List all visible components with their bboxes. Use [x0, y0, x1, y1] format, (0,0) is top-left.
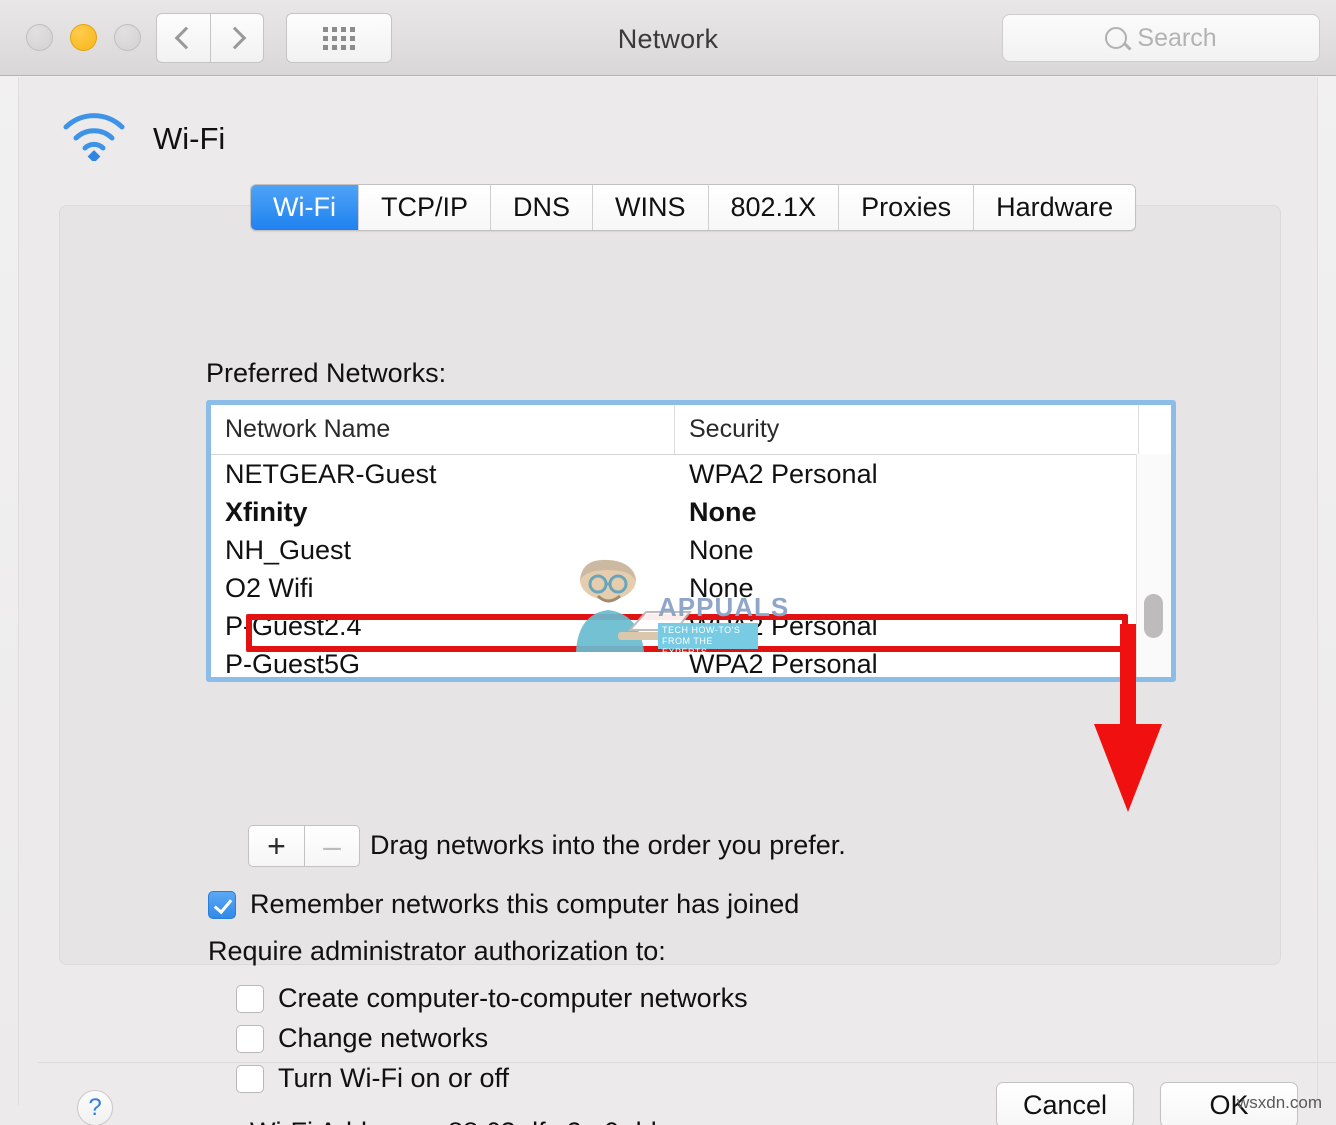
tab-tcpip[interactable]: TCP/IP	[358, 185, 491, 230]
create-computer-networks-label: Create computer-to-computer networks	[278, 983, 748, 1013]
preferred-networks-label: Preferred Networks:	[206, 358, 447, 388]
wifi-address: Wi-Fi Address: 88:63:df:c2:a0:dd	[250, 1117, 657, 1125]
site-watermark: wsxdn.com	[1236, 1093, 1322, 1112]
tab-wins[interactable]: WINS	[593, 185, 709, 230]
tab-proxies[interactable]: Proxies	[839, 185, 975, 230]
help-button[interactable]: ?	[77, 1090, 113, 1125]
network-name: NETGEAR-Guest	[225, 458, 437, 489]
remember-networks-label: Remember networks this computer has join…	[250, 889, 800, 919]
network-table-header: Network Name Security	[211, 405, 1171, 455]
network-name: Xfinity	[225, 496, 308, 527]
network-preferences-window: Network Search Wi-Fi Wi-Fi TCP/IP DNS WI…	[0, 0, 1336, 1125]
service-header: Wi-Fi	[61, 111, 225, 166]
network-security: WPA2 Personal	[689, 458, 878, 489]
remember-networks-row[interactable]: Remember networks this computer has join…	[208, 889, 799, 920]
wifi-icon	[61, 111, 127, 166]
tab-dns[interactable]: DNS	[490, 185, 593, 230]
add-network-button[interactable]: +	[248, 825, 304, 867]
drag-hint-text: Drag networks into the order you prefer.	[370, 830, 846, 860]
admin-option-row[interactable]: Create computer-to-computer networks	[236, 983, 748, 1014]
admin-option-row[interactable]: Change networks	[236, 1023, 488, 1054]
turn-wifi-on-off-label: Turn Wi-Fi on or off	[278, 1063, 510, 1093]
column-header-security[interactable]: Security	[675, 405, 1139, 454]
settings-tabbar: Wi-Fi TCP/IP DNS WINS 802.1X Proxies Har…	[250, 184, 1137, 231]
service-name: Wi-Fi	[153, 120, 226, 156]
admin-option-row[interactable]: Turn Wi-Fi on or off	[236, 1063, 509, 1094]
tab-8021x[interactable]: 802.1X	[708, 185, 840, 230]
turn-wifi-on-off-checkbox[interactable]	[236, 1064, 264, 1093]
watermark-tagline: TECH HOW-TO'S FROM THE EXPERTS	[658, 623, 758, 657]
search-icon	[1105, 27, 1128, 49]
admin-auth-heading: Require administrator authorization to:	[208, 936, 666, 966]
column-header-network-name[interactable]: Network Name	[211, 405, 675, 454]
footer-divider	[38, 1062, 1336, 1063]
table-row[interactable]: Xfinity None	[211, 493, 1171, 531]
remove-network-button: –	[304, 825, 360, 867]
tab-wifi[interactable]: Wi-Fi	[251, 185, 359, 230]
tab-hardware[interactable]: Hardware	[974, 185, 1136, 230]
wifi-address-label: Wi-Fi Address:	[250, 1117, 426, 1125]
list-edit-buttons: + –	[248, 825, 360, 867]
watermark-brand: APPUALS	[658, 592, 790, 622]
create-computer-networks-checkbox[interactable]	[236, 984, 264, 1013]
cancel-button[interactable]: Cancel	[996, 1082, 1134, 1125]
wifi-address-value: 88:63:df:c2:a0:dd	[448, 1117, 657, 1125]
annotation-arrow-icon	[1082, 624, 1192, 814]
column-header-spacer	[1139, 405, 1171, 454]
search-placeholder: Search	[1137, 23, 1217, 52]
remember-networks-checkbox[interactable]	[208, 890, 236, 919]
network-security: None	[689, 496, 757, 527]
table-row[interactable]: NETGEAR-Guest WPA2 Personal	[211, 455, 1171, 493]
change-networks-label: Change networks	[278, 1023, 489, 1053]
window-titlebar: Network Search	[0, 0, 1336, 76]
search-field[interactable]: Search	[1002, 14, 1320, 62]
change-networks-checkbox[interactable]	[236, 1024, 264, 1053]
